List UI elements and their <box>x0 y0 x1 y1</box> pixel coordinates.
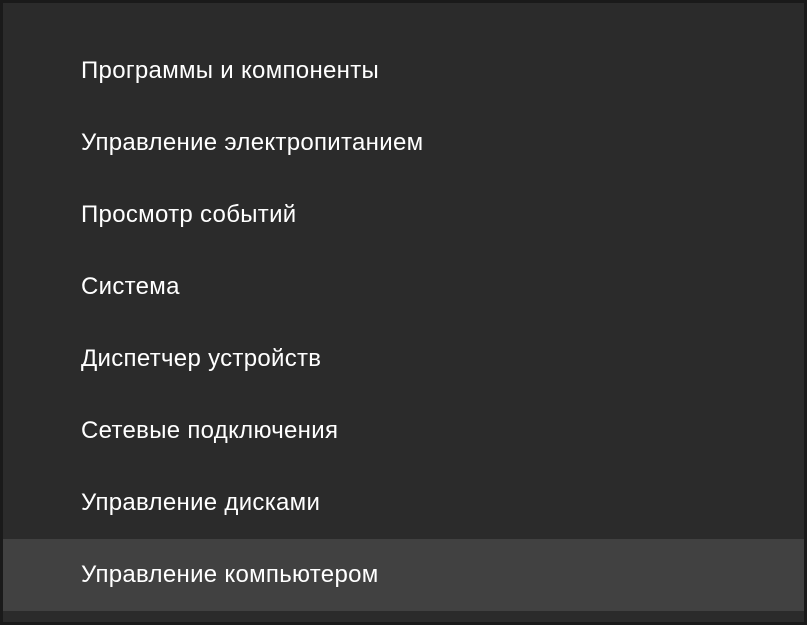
menu-item-computer-management[interactable]: Управление компьютером <box>3 539 804 611</box>
menu-item-label: Управление дисками <box>81 489 320 517</box>
menu-item-system[interactable]: Система <box>3 251 804 323</box>
menu-item-power-options[interactable]: Управление электропитанием <box>3 107 804 179</box>
menu-item-network-connections[interactable]: Сетевые подключения <box>3 395 804 467</box>
menu-item-label: Диспетчер устройств <box>81 345 321 373</box>
menu-item-programs-and-features[interactable]: Программы и компоненты <box>3 35 804 107</box>
menu-item-event-viewer[interactable]: Просмотр событий <box>3 179 804 251</box>
winx-context-menu: Программы и компоненты Управление электр… <box>3 3 804 622</box>
menu-item-label: Сетевые подключения <box>81 417 338 445</box>
menu-item-label: Просмотр событий <box>81 201 297 229</box>
menu-item-disk-management[interactable]: Управление дисками <box>3 467 804 539</box>
menu-item-label: Система <box>81 273 180 301</box>
menu-item-label: Управление компьютером <box>81 561 379 589</box>
menu-item-label: Программы и компоненты <box>81 57 379 85</box>
menu-item-label: Управление электропитанием <box>81 129 423 157</box>
menu-item-device-manager[interactable]: Диспетчер устройств <box>3 323 804 395</box>
